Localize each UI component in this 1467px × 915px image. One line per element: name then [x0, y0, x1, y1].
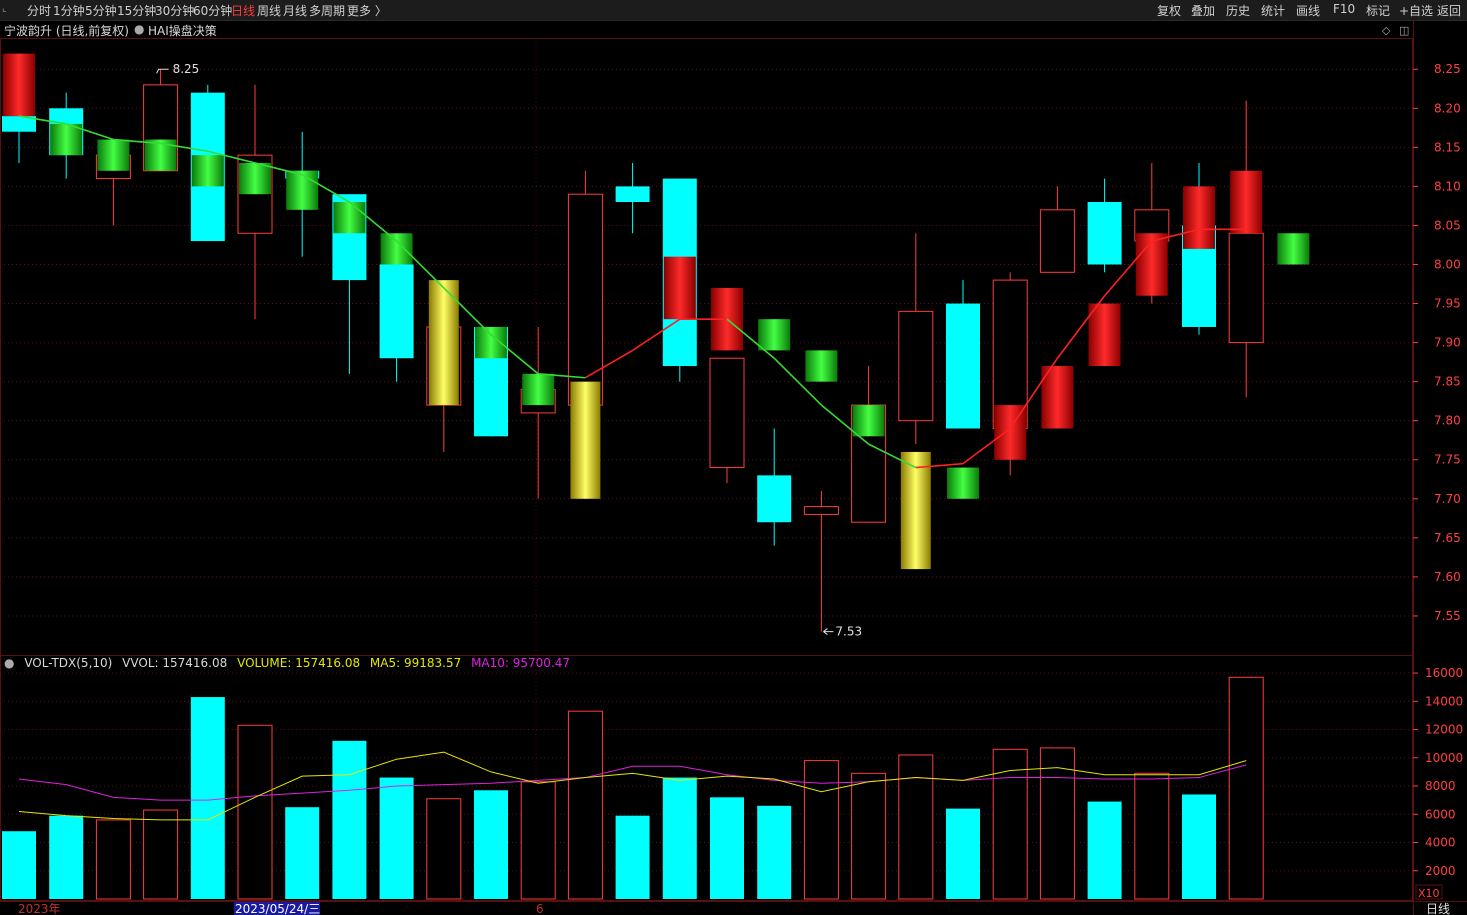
- candle-body[interactable]: [803, 506, 839, 515]
- year-label: 2023年: [18, 902, 61, 915]
- volume-bar[interactable]: [992, 748, 1028, 900]
- volume-bar[interactable]: [49, 815, 84, 899]
- signal-bar-green[interactable]: [522, 373, 555, 406]
- high-marker-arrow: [156, 68, 169, 74]
- price-tick-label: 8.10: [1434, 179, 1461, 193]
- signal-bar-red[interactable]: [1088, 303, 1121, 367]
- signal-bar-red[interactable]: [994, 405, 1027, 460]
- volume-bar[interactable]: [426, 798, 462, 900]
- zoom-label: X10: [1418, 887, 1440, 900]
- signal-bar-green[interactable]: [97, 139, 130, 171]
- signal-bar-green[interactable]: [239, 162, 271, 195]
- price-tick-label: 8.00: [1434, 257, 1461, 271]
- price-tick-label: 7.90: [1434, 336, 1461, 350]
- volume-bar[interactable]: [898, 754, 934, 900]
- volume-bar[interactable]: [95, 819, 131, 900]
- price-tick-label: 8.25: [1434, 62, 1461, 76]
- candle-body[interactable]: [898, 310, 934, 422]
- volume-bar[interactable]: [1134, 772, 1170, 900]
- volume-tick-label: 14000: [1425, 694, 1463, 708]
- signal-bar-yellow[interactable]: [900, 451, 931, 570]
- volume-tick-label: 2000: [1425, 864, 1456, 878]
- signal-bar-green[interactable]: [50, 123, 83, 156]
- price-tick-label: 7.85: [1434, 375, 1461, 389]
- candle-body[interactable]: [757, 475, 792, 523]
- volume-bar[interactable]: [474, 790, 508, 899]
- price-tick-label: 7.80: [1434, 414, 1461, 428]
- stock-chart[interactable]: 8.25 8.20 8.15 8.10 8.05 8.00 7.95 7.90 7.85 7.80…: [0, 0, 1467, 915]
- high-marker-label: 8.25: [173, 62, 200, 76]
- volume-bar[interactable]: [1182, 794, 1216, 899]
- volume-bar[interactable]: [710, 797, 744, 899]
- price-tick-label: 7.55: [1434, 609, 1461, 623]
- volume-bar[interactable]: [567, 710, 603, 900]
- signal-bar-green[interactable]: [758, 319, 791, 351]
- price-tick-label: 7.70: [1434, 492, 1461, 506]
- volume-bar[interactable]: [285, 807, 320, 899]
- volume-bar[interactable]: [190, 697, 225, 899]
- volume-bar[interactable]: [379, 777, 414, 899]
- price-tick-label: 8.15: [1434, 140, 1461, 154]
- price-tick-label: 7.60: [1434, 570, 1461, 584]
- volume-bar[interactable]: [520, 781, 556, 900]
- low-marker-label: 7.53: [835, 625, 862, 639]
- volume-tick-label: 12000: [1425, 723, 1463, 737]
- price-tick-label: 8.05: [1434, 218, 1461, 232]
- signal-bar-yellow[interactable]: [570, 381, 601, 499]
- signal-bar-red[interactable]: [663, 256, 696, 320]
- candle-body[interactable]: [567, 193, 603, 406]
- volume-tick-label: 10000: [1425, 751, 1463, 765]
- signal-bar-green[interactable]: [947, 467, 979, 499]
- volume-bar[interactable]: [1039, 747, 1075, 900]
- low-marker-arrow: [823, 628, 834, 635]
- candle-body[interactable]: [709, 357, 745, 469]
- signal-bar-green[interactable]: [333, 202, 366, 234]
- volume-bar[interactable]: [946, 808, 980, 899]
- volume-bar[interactable]: [803, 760, 839, 900]
- volume-tick-label: 6000: [1425, 807, 1456, 821]
- price-tick-label: 7.95: [1434, 297, 1461, 311]
- price-tick-label: 7.65: [1434, 531, 1461, 545]
- cursor-date-label: 2023/05/24/三: [235, 902, 320, 915]
- signal-bar-green[interactable]: [805, 350, 838, 382]
- signal-bar-green[interactable]: [475, 326, 507, 359]
- candle-body[interactable]: [1228, 232, 1264, 344]
- volume-bar[interactable]: [332, 740, 367, 899]
- signal-bar-red[interactable]: [1135, 233, 1168, 296]
- volume-bar[interactable]: [2, 831, 36, 899]
- volume-bar[interactable]: [1087, 801, 1122, 899]
- volume-bar[interactable]: [615, 815, 650, 899]
- candle-body[interactable]: [1087, 202, 1122, 265]
- volume-bar[interactable]: [143, 809, 179, 900]
- price-tick-label: 8.20: [1434, 101, 1461, 115]
- volume-tick-label: 4000: [1425, 836, 1456, 850]
- signal-bar-green[interactable]: [852, 405, 885, 437]
- price-tick-label: 7.75: [1434, 453, 1461, 467]
- period-label: 日线: [1426, 902, 1450, 915]
- signal-bar-green[interactable]: [380, 233, 413, 265]
- signal-bar-red[interactable]: [3, 53, 35, 117]
- volume-tick-label: 8000: [1425, 779, 1456, 793]
- volume-tick-label: 16000: [1425, 666, 1463, 680]
- candle-body[interactable]: [1039, 209, 1075, 273]
- volume-bar[interactable]: [757, 805, 792, 899]
- signal-bar-green[interactable]: [1277, 233, 1310, 265]
- volume-bar[interactable]: [851, 772, 887, 900]
- candle-body[interactable]: [615, 186, 650, 203]
- month-label: 6: [536, 902, 544, 915]
- volume-bar[interactable]: [1228, 676, 1264, 900]
- candle-body[interactable]: [946, 303, 980, 429]
- volume-bar[interactable]: [662, 777, 697, 899]
- volume-bar[interactable]: [237, 724, 273, 900]
- signal-bar-green[interactable]: [286, 170, 319, 210]
- signal-bar-green[interactable]: [191, 155, 224, 187]
- signal-bar-red[interactable]: [1230, 170, 1263, 234]
- signal-bar-red[interactable]: [1183, 186, 1215, 249]
- candle-body[interactable]: [379, 264, 414, 359]
